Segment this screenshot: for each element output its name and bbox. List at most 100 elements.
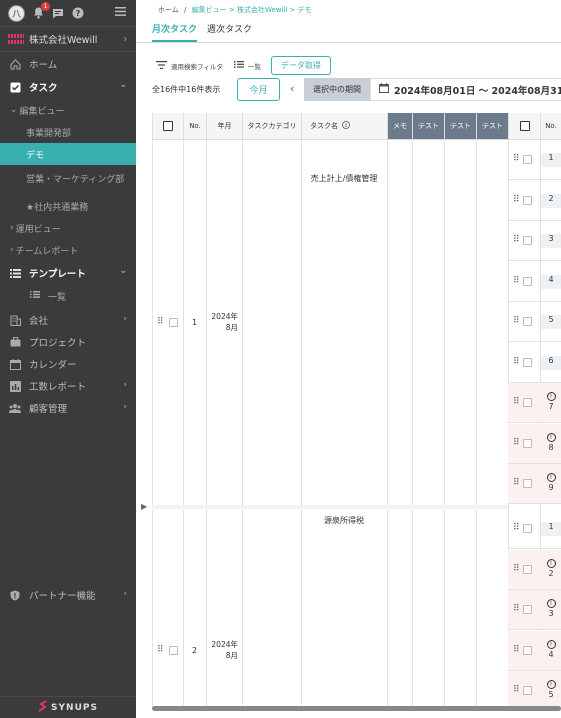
this-month-button[interactable]: 今月 [237,78,280,101]
drag-handle-icon[interactable]: ⠿ [513,478,520,488]
subtask-row[interactable]: ⠿ 1 [508,509,561,549]
bell-icon[interactable]: 1 [31,2,50,20]
help-icon[interactable]: ? [71,6,85,20]
chevron-left-icon[interactable]: ‹ [290,82,294,95]
sidebar-item-template-list[interactable]: 一覧 [0,285,136,307]
subtask-row[interactable]: ⠿! 9 [508,464,561,504]
sub-select-all-checkbox[interactable] [519,121,530,131]
subtask-row[interactable]: ⠿ 6 [508,343,561,383]
subtask-checkbox[interactable] [523,645,532,655]
sidebar-item-label: ホーム [29,60,58,71]
subtask-row[interactable]: ⠿! 8 [508,423,561,464]
sidebar-item-company[interactable]: 会社 › [0,309,136,331]
sidebar-item-edit-view[interactable]: ⌄ 編集ビュー [0,99,136,121]
tab-bar: 月次タスク 週次タスク [152,22,252,42]
row-task-name[interactable]: 売上計上/債権管理 [301,173,387,184]
applied-filter-label[interactable]: 適用検索フィルタ [171,61,223,71]
subtask-row[interactable]: ⠿ 5 [508,302,561,342]
row-task-name[interactable]: 源泉所得税 [301,515,387,526]
row-checkbox[interactable] [169,646,178,655]
subtask-row[interactable]: ⠿ 1 [508,140,561,180]
drag-handle-icon[interactable]: ⠿ [513,397,520,407]
subtask-row[interactable]: ⠿ 4 [508,262,561,302]
header-test-3: テスト [476,113,508,140]
company-name: 株式会社Wewill [29,35,98,46]
company-switcher[interactable]: 株式会社Wewill › [0,26,136,52]
sidebar-item-sales-marketing[interactable]: 営業・マーケティング部 [0,165,136,195]
subtask-checkbox[interactable] [523,357,532,367]
sidebar-item-internal-common[interactable]: ★社内共通業務 [0,195,136,217]
header-select-all[interactable] [152,113,183,140]
avatar[interactable]: 八 [8,4,25,22]
drag-handle-icon[interactable]: ⠿ [157,645,164,655]
drag-handle-icon[interactable]: ⠿ [513,316,520,326]
drag-handle-icon[interactable]: ⠿ [513,438,520,448]
select-all-checkbox[interactable] [163,121,173,131]
sidebar-item-template[interactable]: テンプレート ⌄ [0,261,136,285]
subtask-row[interactable]: ⠿ 3 [508,221,561,261]
subtask-number: ! 3 [541,599,561,618]
hamburger-menu-icon[interactable] [115,7,126,19]
sidebar-item-home[interactable]: ホーム [0,53,136,75]
drag-handle-icon[interactable]: ⠿ [513,276,520,286]
expand-triangle-icon[interactable]: ▶ [141,502,147,511]
subtask-number-text: 6 [548,355,554,365]
sidebar-item-ops-view[interactable]: › 運用ビュー [0,217,136,239]
subtask-checkbox[interactable] [523,195,532,205]
sidebar-item-customer-mgmt[interactable]: 顧客管理 › [0,397,136,419]
sidebar-item-task[interactable]: タスク ⌄ [0,75,136,99]
subtask-checkbox[interactable] [523,524,532,533]
filter-icon[interactable] [156,60,167,71]
sidebar-item-demo[interactable]: デモ [0,143,136,165]
drag-handle-icon[interactable]: ⠿ [513,235,520,245]
header-sub-select[interactable] [508,113,540,140]
subtask-number-text: 1 [548,153,554,162]
sidebar-item-business-dev[interactable]: 事業開発部 [0,121,136,143]
subtask-checkbox[interactable] [523,438,532,448]
breadcrumb-path-link[interactable]: 編集ビュー > 株式会社Wewill > デモ [192,6,312,14]
subtask-row[interactable]: ⠿! 7 [508,383,561,423]
drag-handle-icon[interactable]: ⠿ [157,317,164,327]
subtask-checkbox[interactable] [523,605,532,614]
subtask-checkbox[interactable] [523,236,532,245]
chat-icon[interactable] [51,6,65,20]
list-view-label[interactable]: 一覧 [248,61,261,71]
subtask-checkbox[interactable] [523,564,532,574]
row-checkbox[interactable] [169,318,178,327]
subtask-row[interactable]: ⠿! 5 [508,671,561,711]
warning-icon: ! [546,680,556,689]
fetch-data-button[interactable]: データ取得 [270,56,331,75]
sidebar-item-project[interactable]: プロジェクト [0,331,136,353]
period-range-picker[interactable]: 2024年08月01日 〜 2024年08月31日 [370,78,561,101]
subtask-checkbox[interactable] [523,317,532,326]
drag-handle-icon[interactable]: ⠿ [513,604,520,614]
subtask-checkbox[interactable] [523,155,532,164]
tab-weekly-task[interactable]: 週次タスク [207,22,252,42]
tab-monthly-task[interactable]: 月次タスク [152,22,198,42]
breadcrumb-home[interactable]: ホーム [158,6,179,14]
list-icon[interactable] [233,61,244,70]
subtask-row[interactable]: ⠿! 4 [508,630,561,671]
subtask-checkbox[interactable] [523,686,532,695]
drag-handle-icon[interactable]: ⠿ [513,645,520,655]
subtask-row[interactable]: ⠿ 2 [508,181,561,221]
tabs-divider [136,42,561,43]
sidebar-item-team-report[interactable]: › チームレポート [0,239,136,261]
drag-handle-icon[interactable]: ⠿ [513,685,520,695]
record-count: 全16件中16件表示 [152,85,221,94]
subtask-checkbox[interactable] [523,276,532,286]
sidebar-item-partner[interactable]: パートナー機能 › [0,584,136,606]
drag-handle-icon[interactable]: ⠿ [513,523,520,533]
drag-handle-icon[interactable]: ⠿ [513,564,520,574]
subtask-checkbox[interactable] [523,398,532,407]
sidebar-item-work-report[interactable]: 工数レポート › [0,375,136,397]
horizontal-scrollbar[interactable] [152,706,561,711]
sidebar-item-calendar[interactable]: カレンダー [0,353,136,375]
subtask-checkbox[interactable] [523,479,532,488]
subtask-row[interactable]: ⠿! 2 [508,549,561,590]
subtask-row[interactable]: ⠿ ! 3 [508,590,561,630]
drag-handle-icon[interactable]: ⠿ [513,195,520,205]
drag-handle-icon[interactable]: ⠿ [513,154,520,164]
info-icon[interactable] [342,121,350,131]
drag-handle-icon[interactable]: ⠿ [513,357,520,367]
